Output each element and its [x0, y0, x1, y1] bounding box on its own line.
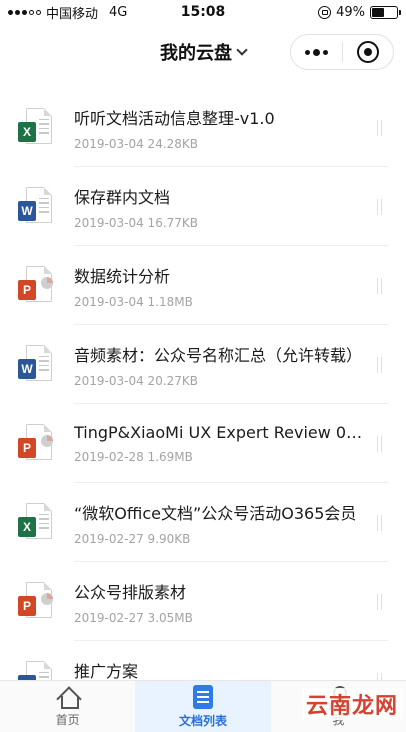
- status-left: 中国移动 4G: [8, 3, 127, 22]
- status-time: 15:08: [180, 4, 226, 20]
- excel-file-icon: X: [18, 107, 52, 148]
- ppt-file-icon: P: [18, 265, 53, 306]
- file-meta: 2019-02-27 9.90KB: [74, 531, 191, 546]
- file-meta: 2019-03-04 20.27KB: [74, 373, 199, 388]
- mini-program-capsule: [290, 34, 394, 70]
- carrier-name: 中国移动: [46, 6, 99, 22]
- drag-handle-icon[interactable]: [377, 593, 382, 610]
- file-list-item[interactable]: X “微软Office文档”公众号活动O365会员 2019-02-27 9.90K…: [0, 483, 406, 562]
- page-title: 我的云盘: [160, 43, 232, 64]
- file-meta: 2019-03-04 24.28KB: [74, 136, 199, 151]
- file-text: 数据统计分析 2019-03-04 1.18MB: [74, 263, 406, 309]
- file-text: “微软Office文档”公众号活动O365会员 2019-02-27 9.90KB: [74, 500, 406, 546]
- file-text: 推广方案2019-02-27 3.24MB: [74, 658, 406, 681]
- word-file-icon: W: [18, 186, 52, 227]
- file-list-item[interactable]: X 听听文档活动信息整理-v1.0 2019-03-04 24.28KB: [0, 88, 406, 167]
- document-list-icon: [192, 684, 213, 709]
- more-button[interactable]: [291, 35, 342, 69]
- ppt-file-icon: P: [18, 581, 53, 622]
- file-meta: 2019-03-04 16.77KB: [74, 215, 199, 230]
- tab-document-list[interactable]: 文档列表: [135, 681, 271, 732]
- file-list-item[interactable]: W 保存群内文档 2019-03-04 16.77KB: [0, 167, 406, 246]
- file-text: 音频素材：公众号名称汇总（允许转载） 2019-03-04 20.27KB: [74, 342, 406, 388]
- file-meta: 2019-02-28 1.69MB: [74, 450, 193, 464]
- file-list-item[interactable]: P 数据统计分析 2019-03-04 1.18MB: [0, 246, 406, 325]
- file-text: TingP&XiaoMi UX Expert Review 0125 2019-0…: [74, 423, 406, 464]
- nav-bar: 我的云盘: [0, 24, 406, 80]
- file-text: 公众号排版素材 2019-02-27 3.05MB: [74, 579, 406, 625]
- target-circle-icon: [356, 41, 379, 63]
- file-meta: 2019-02-27 3.05MB: [74, 610, 193, 625]
- file-name: 听听文档活动信息整理-v1.0: [74, 108, 275, 128]
- more-dots-icon: [304, 48, 328, 56]
- signal-strength-icon: [8, 9, 41, 15]
- drag-handle-icon[interactable]: [377, 356, 382, 373]
- file-name: 公众号排版素材: [74, 582, 187, 602]
- file-name: 推广方案: [74, 661, 139, 681]
- ppt-file-icon: P: [18, 423, 53, 464]
- close-button[interactable]: [343, 35, 394, 69]
- home-icon: [56, 686, 80, 709]
- drag-handle-icon[interactable]: [377, 672, 382, 680]
- watermark-logo: 云南龙网: [301, 688, 402, 720]
- battery-percent: 49%: [336, 4, 365, 20]
- drag-handle-icon[interactable]: [377, 435, 382, 452]
- tab-home[interactable]: 首页: [0, 681, 135, 732]
- file-list: X 听听文档活动信息整理-v1.0 2019-03-04 24.28KB W 保存群内文…: [0, 88, 406, 680]
- network-type: 4G: [109, 4, 128, 20]
- file-list-item[interactable]: W 音频素材：公众号名称汇总（允许转载） 2019-03-04 20.27KB: [0, 325, 406, 404]
- chevron-down-icon: [236, 44, 248, 56]
- file-list-item[interactable]: P 公众号排版素材 2019-02-27 3.05MB: [0, 562, 406, 641]
- file-meta: 2019-03-04 1.18MB: [74, 294, 193, 309]
- file-name: 数据统计分析: [74, 266, 171, 286]
- drag-handle-icon[interactable]: [377, 119, 382, 136]
- word-file-icon: W: [18, 344, 52, 385]
- excel-file-icon: X: [18, 502, 52, 543]
- drag-handle-icon[interactable]: [377, 277, 382, 294]
- file-name: TingP&XiaoMi UX Expert Review 0125: [74, 423, 372, 442]
- file-list-item[interactable]: W 推广方案2019-02-27 3.24MB: [0, 641, 406, 680]
- rotation-lock-icon: [318, 5, 332, 19]
- file-text: 听听文档活动信息整理-v1.0 2019-03-04 24.28KB: [74, 105, 406, 151]
- word-file-icon: W: [18, 660, 52, 680]
- file-text: 保存群内文档 2019-03-04 16.77KB: [74, 184, 406, 230]
- battery-level: [372, 7, 384, 17]
- drag-handle-icon[interactable]: [377, 514, 382, 531]
- battery-icon: [370, 5, 401, 19]
- status-bar: 中国移动 4G 15:08 49%: [0, 0, 406, 24]
- tab-document-list-label: 文档列表: [178, 713, 227, 728]
- tab-home-label: 首页: [55, 712, 80, 727]
- file-name: “微软Office文档”公众号活动O365会员: [74, 503, 357, 523]
- file-list-item[interactable]: P TingP&XiaoMi UX Expert Review 0125 2019-…: [0, 404, 406, 483]
- drag-handle-icon[interactable]: [377, 198, 382, 215]
- file-name: 音频素材：公众号名称汇总（允许转载）: [74, 345, 363, 365]
- file-name: 保存群内文档: [74, 187, 171, 207]
- status-right: 49%: [318, 4, 401, 20]
- page-title-dropdown[interactable]: 我的云盘: [160, 39, 248, 65]
